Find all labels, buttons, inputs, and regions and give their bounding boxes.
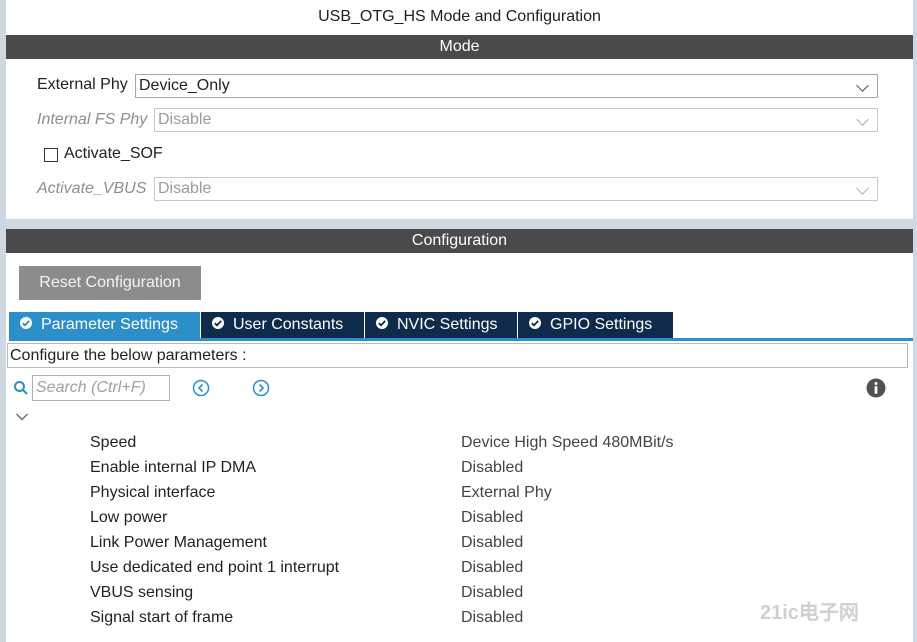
tab-label: GPIO Settings [550,316,653,333]
internal-fs-phy-label: Internal FS Phy [37,111,148,128]
reset-configuration-button[interactable]: Reset Configuration [19,266,201,300]
activate-vbus-select[interactable]: Disable [154,177,878,201]
param-name-low-power: Low power [90,509,168,526]
tab-label: Parameter Settings [41,316,178,333]
search-icon[interactable] [13,380,29,396]
watermark: 21ic电子网 [760,602,859,624]
check-circle-icon [529,317,541,330]
window-title: USB_OTG_HS Mode and Configuration [6,0,913,34]
tab-label: NVIC Settings [397,316,498,333]
tab-label: User Constants [233,316,344,333]
chevron-down-icon [856,182,869,195]
param-name-speed: Speed [90,434,137,451]
param-name-physical-interface: Physical interface [90,484,216,501]
external-phy-label: External Phy [37,76,128,93]
section-divider [6,219,913,229]
tab-underline [9,338,913,341]
window-frame-right [913,0,917,642]
param-name-dma: Enable internal IP DMA [90,459,257,476]
param-value-ep1-interrupt[interactable]: Disabled [461,559,523,577]
chevron-down-icon [856,79,869,92]
info-icon[interactable] [866,378,886,398]
param-value-low-power[interactable]: Disabled [461,509,523,527]
activate-vbus-label: Activate_VBUS [37,180,147,197]
internal-fs-phy-select[interactable]: Disable [154,108,878,132]
prev-arrow-icon[interactable] [192,379,210,397]
param-value-speed[interactable]: Device High Speed 480MBit/s [461,434,674,452]
external-phy-value: Device_Only [139,77,230,94]
check-circle-icon [20,317,32,330]
activate-vbus-value: Disable [158,180,212,197]
activate-sof-checkbox[interactable] [44,148,58,162]
param-value-sof[interactable]: Disabled [461,609,523,627]
mode-header: Mode [6,35,913,59]
check-circle-icon [376,317,388,330]
param-value-physical-interface[interactable]: External Phy [461,484,552,502]
param-value-lpm[interactable]: Disabled [461,534,523,552]
external-phy-select[interactable]: Device_Only [135,74,878,98]
internal-fs-phy-value: Disable [158,111,212,128]
configuration-header: Configuration [6,229,913,253]
tab-nvic-settings[interactable]: NVIC Settings [365,312,517,338]
param-name-lpm: Link Power Management [90,534,267,551]
param-name-ep1-interrupt: Use dedicated end point 1 interrupt [90,559,340,576]
param-name-sof: Signal start of frame [90,609,234,626]
instructions-text: Configure the below parameters : [7,343,908,368]
search-input[interactable]: Search (Ctrl+F) [32,375,170,401]
next-arrow-icon[interactable] [252,379,270,397]
tab-parameter-settings[interactable]: Parameter Settings [9,312,200,338]
collapse-chevron-icon[interactable] [15,411,29,423]
chevron-down-icon [856,113,869,126]
check-circle-icon [212,317,224,330]
tab-user-constants[interactable]: User Constants [201,312,364,338]
param-value-dma[interactable]: Disabled [461,459,523,477]
param-value-vbus-sensing[interactable]: Disabled [461,584,523,602]
param-name-vbus-sensing: VBUS sensing [90,584,194,601]
activate-sof-label: Activate_SOF [64,145,163,162]
tab-gpio-settings[interactable]: GPIO Settings [518,312,673,338]
